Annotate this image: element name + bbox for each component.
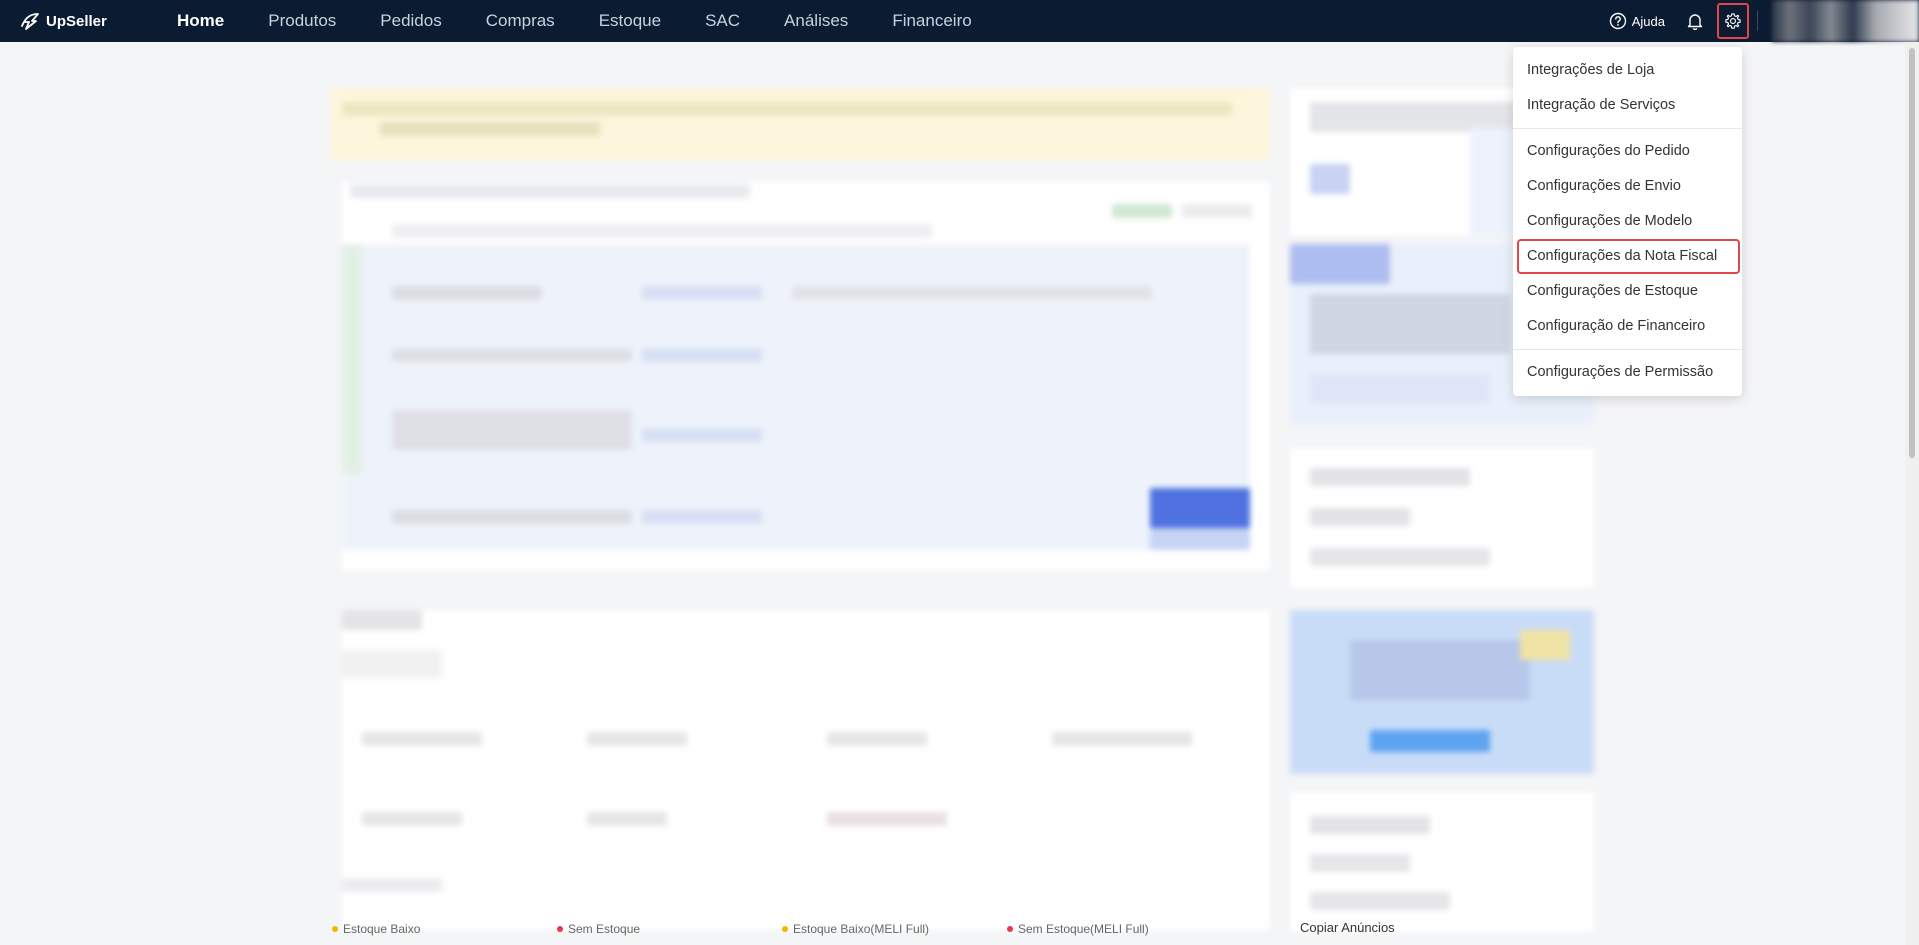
legend-label: Estoque Baixo <box>343 922 421 936</box>
legend-label: Estoque Baixo(MELI Full) <box>793 922 930 936</box>
upseller-logo-icon <box>21 13 39 30</box>
inventory-legend: Estoque Baixo Sem Estoque Estoque Baixo(ME… <box>332 922 1207 936</box>
promo-banner <box>1290 610 1594 774</box>
side-card-4 <box>1290 792 1594 932</box>
menu-item-configuracoes-do-pedido[interactable]: Configurações do Pedido <box>1513 134 1742 169</box>
nav-item-pedidos[interactable]: Pedidos <box>380 11 441 31</box>
legend-dot <box>782 926 788 932</box>
menu-item-integracoes-de-loja[interactable]: Integrações de Loja <box>1513 53 1742 88</box>
nav-item-sac[interactable]: SAC <box>705 11 740 31</box>
menu-separator <box>1513 128 1742 129</box>
account-avatar[interactable] <box>1772 0 1919 42</box>
menu-item-configuracoes-de-envio[interactable]: Configurações de Envio <box>1513 169 1742 204</box>
nav-item-compras[interactable]: Compras <box>486 11 555 31</box>
legend-label: Sem Estoque(MELI Full) <box>1018 922 1149 936</box>
nav-item-financeiro[interactable]: Financeiro <box>892 11 971 31</box>
menu-separator <box>1513 349 1742 350</box>
legend-dot <box>557 926 563 932</box>
legend-item: Sem Estoque <box>557 922 782 936</box>
settings-dropdown-menu: Integrações de Loja Integração de Serviço… <box>1513 47 1742 396</box>
menu-item-integracao-de-servicos[interactable]: Integração de Serviços <box>1513 88 1742 123</box>
menu-item-configuracoes-de-permissao[interactable]: Configurações de Permissão <box>1513 355 1742 390</box>
side-card-3 <box>1290 448 1594 588</box>
gear-icon <box>1725 13 1741 29</box>
bell-icon <box>1687 14 1703 30</box>
legend-label: Sem Estoque <box>568 922 641 936</box>
orders-overview-panel <box>342 182 1270 570</box>
menu-item-configuracoes-de-modelo[interactable]: Configurações de Modelo <box>1513 204 1742 239</box>
help-label: Ajuda <box>1631 13 1665 29</box>
topbar-divider <box>1757 11 1758 31</box>
legend-dot <box>1007 926 1013 932</box>
nav-item-home[interactable]: Home <box>177 11 224 31</box>
legend-item: Sem Estoque(MELI Full) <box>1007 922 1207 936</box>
menu-item-configuracoes-da-nota-fiscal[interactable]: Configurações da Nota Fiscal <box>1517 239 1740 274</box>
nav-item-estoque[interactable]: Estoque <box>599 11 661 31</box>
help-button[interactable]: Ajuda <box>1609 12 1665 30</box>
settings-button[interactable] <box>1717 3 1749 39</box>
upseller-logo[interactable]: UpSeller <box>20 12 140 30</box>
copy-listings-link[interactable]: Copiar Anúncios <box>1300 920 1395 935</box>
legend-item: Estoque Baixo(MELI Full) <box>782 922 1007 936</box>
legend-item: Estoque Baixo <box>332 922 557 936</box>
topbar-actions: Ajuda <box>1609 0 1919 42</box>
notifications-button[interactable] <box>1687 12 1703 30</box>
top-navigation-bar: UpSeller Home Produtos Pedidos Compras Estoq… <box>0 0 1919 42</box>
nav-item-analises[interactable]: Análises <box>784 11 848 31</box>
announcement-banner <box>330 88 1270 160</box>
scrollbar-thumb[interactable] <box>1909 48 1915 458</box>
nav-item-produtos[interactable]: Produtos <box>268 11 336 31</box>
main-nav: Home Produtos Pedidos Compras Estoque SAC Anál… <box>140 0 1016 42</box>
menu-item-configuracoes-de-estoque[interactable]: Configurações de Estoque <box>1513 274 1742 309</box>
menu-item-configuracao-de-financeiro[interactable]: Configuração de Financeiro <box>1513 309 1742 344</box>
inventory-panel <box>342 610 1270 930</box>
page-scrollbar[interactable] <box>1905 42 1919 945</box>
brand-name: UpSeller <box>46 12 107 30</box>
help-circle-icon <box>1609 12 1626 30</box>
legend-dot <box>332 926 338 932</box>
